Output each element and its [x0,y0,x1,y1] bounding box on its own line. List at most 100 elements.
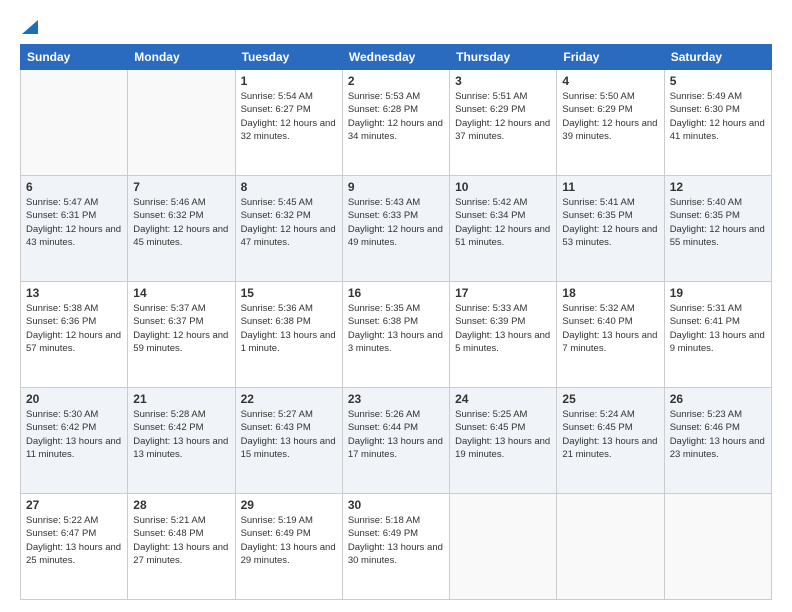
day-number: 27 [26,498,122,512]
calendar-cell: 4 Sunrise: 5:50 AM Sunset: 6:29 PM Daylig… [557,70,664,176]
day-number: 1 [241,74,337,88]
col-header-monday: Monday [128,45,235,70]
calendar-cell: 9 Sunrise: 5:43 AM Sunset: 6:33 PM Daylig… [342,176,449,282]
calendar-cell: 5Sunrise: 5:49 AM Sunset: 6:30 PM Daylig… [664,70,771,176]
day-info: Sunrise: 5:41 AM Sunset: 6:35 PM Dayligh… [562,196,658,249]
col-header-friday: Friday [557,45,664,70]
day-info: Sunrise: 5:46 AM Sunset: 6:32 PM Dayligh… [133,196,229,249]
day-info: Sunrise: 5:19 AM Sunset: 6:49 PM Dayligh… [241,514,337,567]
day-number: 14 [133,286,229,300]
calendar-cell: 19 Sunrise: 5:31 AM Sunset: 6:41 PM Dayli… [664,282,771,388]
calendar-cell: 11 Sunrise: 5:41 AM Sunset: 6:35 PM Dayli… [557,176,664,282]
calendar-cell: 24 Sunrise: 5:25 AM Sunset: 6:45 PM Dayli… [450,388,557,494]
day-number: 21 [133,392,229,406]
day-info: Sunrise: 5:53 AM Sunset: 6:28 PM Dayligh… [348,90,444,143]
header [20,16,772,34]
calendar-cell: 25 Sunrise: 5:24 AM Sunset: 6:45 PM Dayli… [557,388,664,494]
calendar-cell: 18 Sunrise: 5:32 AM Sunset: 6:40 PM Dayli… [557,282,664,388]
calendar-cell: 1 Sunrise: 5:54 AM Sunset: 6:27 PM Daylig… [235,70,342,176]
calendar-cell: 17 Sunrise: 5:33 AM Sunset: 6:39 PM Dayli… [450,282,557,388]
day-info: Sunrise: 5:28 AM Sunset: 6:42 PM Dayligh… [133,408,229,461]
day-number: 3 [455,74,551,88]
day-info: Sunrise: 5:54 AM Sunset: 6:27 PM Dayligh… [241,90,337,143]
calendar-cell: 10 Sunrise: 5:42 AM Sunset: 6:34 PM Dayli… [450,176,557,282]
day-info: Sunrise: 5:26 AM Sunset: 6:44 PM Dayligh… [348,408,444,461]
day-number: 4 [562,74,658,88]
day-number: 16 [348,286,444,300]
day-info: Sunrise: 5:23 AM Sunset: 6:46 PM Dayligh… [670,408,766,461]
day-info: Sunrise: 5:45 AM Sunset: 6:32 PM Dayligh… [241,196,337,249]
day-number: 5 [670,74,766,88]
day-info: Sunrise: 5:35 AM Sunset: 6:38 PM Dayligh… [348,302,444,355]
day-info: Sunrise: 5:18 AM Sunset: 6:49 PM Dayligh… [348,514,444,567]
day-info: Sunrise: 5:32 AM Sunset: 6:40 PM Dayligh… [562,302,658,355]
logo [20,16,38,34]
col-header-sunday: Sunday [21,45,128,70]
day-number: 20 [26,392,122,406]
day-number: 13 [26,286,122,300]
day-info: Sunrise: 5:24 AM Sunset: 6:45 PM Dayligh… [562,408,658,461]
calendar-cell: 16 Sunrise: 5:35 AM Sunset: 6:38 PM Dayli… [342,282,449,388]
day-info: Sunrise: 5:50 AM Sunset: 6:29 PM Dayligh… [562,90,658,143]
calendar-cell: 8 Sunrise: 5:45 AM Sunset: 6:32 PM Daylig… [235,176,342,282]
calendar-table: SundayMondayTuesdayWednesdayThursdayFrid… [20,44,772,600]
day-info: Sunrise: 5:43 AM Sunset: 6:33 PM Dayligh… [348,196,444,249]
day-number: 25 [562,392,658,406]
calendar-cell: 15 Sunrise: 5:36 AM Sunset: 6:38 PM Dayli… [235,282,342,388]
day-info: Sunrise: 5:33 AM Sunset: 6:39 PM Dayligh… [455,302,551,355]
day-info: Sunrise: 5:42 AM Sunset: 6:34 PM Dayligh… [455,196,551,249]
calendar-cell: 23 Sunrise: 5:26 AM Sunset: 6:44 PM Dayli… [342,388,449,494]
col-header-thursday: Thursday [450,45,557,70]
col-header-tuesday: Tuesday [235,45,342,70]
day-number: 17 [455,286,551,300]
calendar-cell: 20 Sunrise: 5:30 AM Sunset: 6:42 PM Dayli… [21,388,128,494]
calendar-cell: 26 Sunrise: 5:23 AM Sunset: 6:46 PM Dayli… [664,388,771,494]
day-number: 18 [562,286,658,300]
calendar-cell [557,494,664,600]
day-number: 15 [241,286,337,300]
day-number: 30 [348,498,444,512]
day-number: 24 [455,392,551,406]
day-number: 9 [348,180,444,194]
calendar-cell: 14 Sunrise: 5:37 AM Sunset: 6:37 PM Dayli… [128,282,235,388]
day-info: Sunrise: 5:36 AM Sunset: 6:38 PM Dayligh… [241,302,337,355]
day-info: Sunrise: 5:27 AM Sunset: 6:43 PM Dayligh… [241,408,337,461]
day-info: Sunrise: 5:30 AM Sunset: 6:42 PM Dayligh… [26,408,122,461]
day-number: 26 [670,392,766,406]
calendar-cell [450,494,557,600]
day-info: Sunrise: 5:47 AM Sunset: 6:31 PM Dayligh… [26,196,122,249]
day-info: Sunrise: 5:40 AM Sunset: 6:35 PM Dayligh… [670,196,766,249]
day-number: 7 [133,180,229,194]
day-number: 10 [455,180,551,194]
calendar-cell: 27Sunrise: 5:22 AM Sunset: 6:47 PM Dayli… [21,494,128,600]
page: SundayMondayTuesdayWednesdayThursdayFrid… [0,0,792,612]
day-number: 2 [348,74,444,88]
day-info: Sunrise: 5:37 AM Sunset: 6:37 PM Dayligh… [133,302,229,355]
calendar-cell: 6Sunrise: 5:47 AM Sunset: 6:31 PM Daylig… [21,176,128,282]
day-number: 28 [133,498,229,512]
day-info: Sunrise: 5:21 AM Sunset: 6:48 PM Dayligh… [133,514,229,567]
calendar-cell [21,70,128,176]
calendar-cell: 28 Sunrise: 5:21 AM Sunset: 6:48 PM Dayli… [128,494,235,600]
day-info: Sunrise: 5:25 AM Sunset: 6:45 PM Dayligh… [455,408,551,461]
calendar-cell [664,494,771,600]
calendar-cell: 3 Sunrise: 5:51 AM Sunset: 6:29 PM Daylig… [450,70,557,176]
day-info: Sunrise: 5:51 AM Sunset: 6:29 PM Dayligh… [455,90,551,143]
logo-icon [22,16,38,34]
col-header-wednesday: Wednesday [342,45,449,70]
calendar-cell: 22Sunrise: 5:27 AM Sunset: 6:43 PM Dayli… [235,388,342,494]
col-header-saturday: Saturday [664,45,771,70]
day-number: 12 [670,180,766,194]
calendar-cell: 7 Sunrise: 5:46 AM Sunset: 6:32 PM Daylig… [128,176,235,282]
day-info: Sunrise: 5:31 AM Sunset: 6:41 PM Dayligh… [670,302,766,355]
calendar-cell [128,70,235,176]
day-number: 8 [241,180,337,194]
day-number: 11 [562,180,658,194]
day-number: 19 [670,286,766,300]
day-number: 29 [241,498,337,512]
calendar-cell: 30 Sunrise: 5:18 AM Sunset: 6:49 PM Dayli… [342,494,449,600]
calendar-cell: 13Sunrise: 5:38 AM Sunset: 6:36 PM Dayli… [21,282,128,388]
calendar-cell: 12 Sunrise: 5:40 AM Sunset: 6:35 PM Dayli… [664,176,771,282]
calendar-cell: 29 Sunrise: 5:19 AM Sunset: 6:49 PM Dayli… [235,494,342,600]
day-number: 23 [348,392,444,406]
